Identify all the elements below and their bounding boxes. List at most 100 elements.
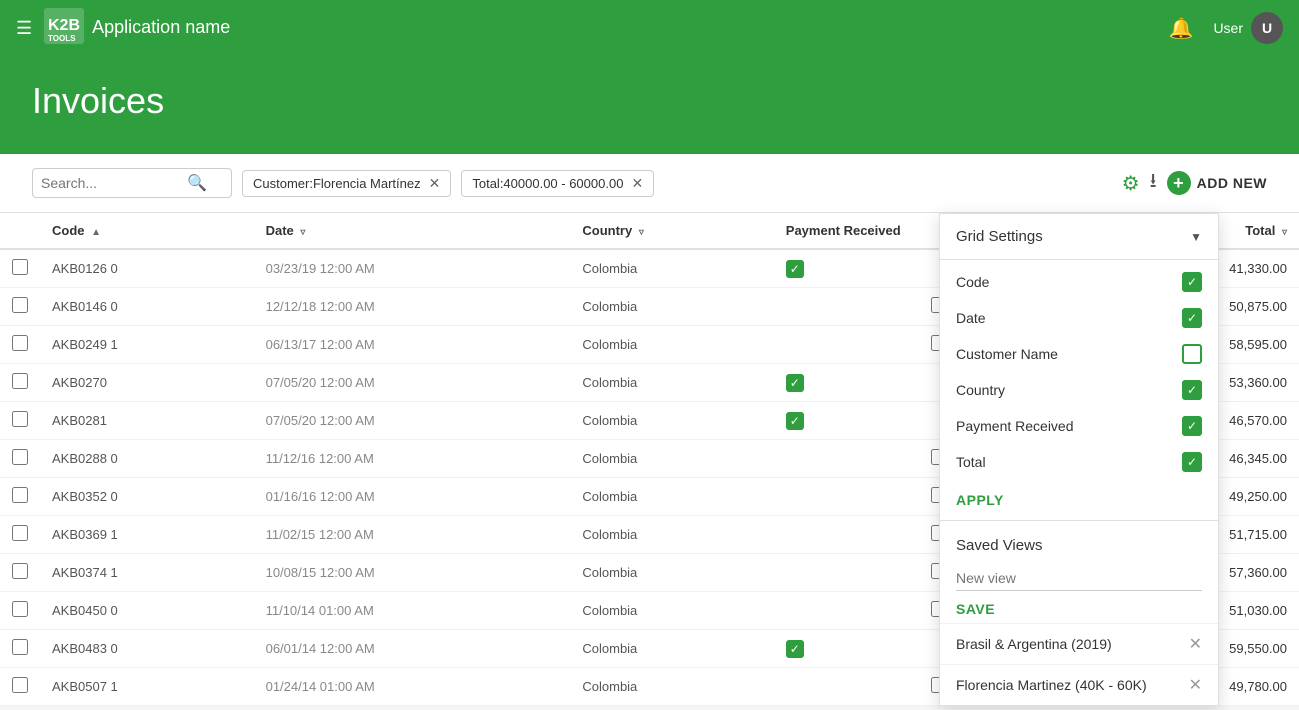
row-checkbox-cell <box>0 478 40 516</box>
row-checkbox[interactable] <box>12 487 28 503</box>
row-date: 12/12/18 12:00 AM <box>254 288 571 326</box>
row-country: Colombia <box>570 440 773 478</box>
saved-view-remove[interactable]: ✕ <box>1189 634 1202 654</box>
grid-field-checkbox[interactable] <box>1182 272 1202 292</box>
code-sort-icon: ▲ <box>91 227 101 238</box>
grid-fields-list: Code Date Customer Name Country Payment … <box>940 260 1218 484</box>
select-all-header <box>0 213 40 249</box>
row-country: Colombia <box>570 326 773 364</box>
grid-field-label: Code <box>956 274 989 290</box>
download-icon[interactable]: ⭳ <box>1150 166 1157 200</box>
payment-check-icon <box>786 260 804 278</box>
row-checkbox[interactable] <box>12 335 28 351</box>
search-box: 🔍 <box>32 168 232 198</box>
row-country: Colombia <box>570 554 773 592</box>
row-country: Colombia <box>570 516 773 554</box>
row-country: Colombia <box>570 402 773 440</box>
logo-area: K2B TOOLS Application name <box>44 8 230 47</box>
row-checkbox[interactable] <box>12 297 28 313</box>
row-country: Colombia <box>570 668 773 706</box>
saved-view-item[interactable]: Brasil & Argentina (2019) ✕ <box>940 623 1218 664</box>
user-area[interactable]: User U <box>1213 12 1283 44</box>
row-checkbox-cell <box>0 402 40 440</box>
page-header: Invoices <box>0 56 1299 154</box>
code-header[interactable]: Code ▲ <box>40 213 254 249</box>
grid-field-item: Payment Received <box>940 408 1218 444</box>
add-new-button[interactable]: + ADD NEW <box>1167 171 1267 195</box>
row-checkbox-cell <box>0 554 40 592</box>
row-date: 07/05/20 12:00 AM <box>254 364 571 402</box>
hamburger-icon[interactable]: ☰ <box>16 18 32 39</box>
grid-field-checkbox[interactable] <box>1182 308 1202 328</box>
customer-filter-remove[interactable]: ✕ <box>429 175 441 192</box>
row-code: AKB0369 1 <box>40 516 254 554</box>
row-checkbox-cell <box>0 630 40 668</box>
save-button[interactable]: SAVE <box>940 595 1218 623</box>
grid-field-label: Total <box>956 454 986 470</box>
saved-view-item[interactable]: Florencia Martinez (40K - 60K) ✕ <box>940 664 1218 705</box>
row-checkbox[interactable] <box>12 525 28 541</box>
saved-views-list: Brasil & Argentina (2019) ✕ Florencia Ma… <box>940 623 1218 705</box>
row-checkbox[interactable] <box>12 677 28 693</box>
settings-icon[interactable]: ⚙ <box>1122 171 1140 196</box>
saved-view-remove[interactable]: ✕ <box>1189 675 1202 695</box>
search-icon[interactable]: 🔍 <box>187 173 207 193</box>
chevron-down-icon[interactable]: ▼ <box>1190 230 1202 244</box>
row-checkbox-cell <box>0 249 40 288</box>
country-header[interactable]: Country ▿ <box>570 213 773 249</box>
total-filter-remove[interactable]: ✕ <box>631 175 643 192</box>
grid-field-item: Total <box>940 444 1218 480</box>
row-date: 11/02/15 12:00 AM <box>254 516 571 554</box>
row-checkbox-cell <box>0 364 40 402</box>
row-country: Colombia <box>570 364 773 402</box>
row-code: AKB0507 1 <box>40 668 254 706</box>
row-checkbox-cell <box>0 668 40 706</box>
row-date: 07/05/20 12:00 AM <box>254 402 571 440</box>
new-view-input[interactable] <box>956 566 1202 591</box>
row-date: 01/16/16 12:00 AM <box>254 478 571 516</box>
page-title: Invoices <box>32 80 1267 122</box>
grid-field-checkbox[interactable] <box>1182 416 1202 436</box>
row-checkbox-cell <box>0 516 40 554</box>
main-content: Code ▲ Date ▿ Country ▿ Payment Received… <box>0 213 1299 706</box>
row-code: AKB0281 <box>40 402 254 440</box>
apply-button[interactable]: APPLY <box>940 484 1218 516</box>
row-code: AKB0352 0 <box>40 478 254 516</box>
grid-field-checkbox[interactable] <box>1182 344 1202 364</box>
row-code: AKB0249 1 <box>40 326 254 364</box>
row-code: AKB0483 0 <box>40 630 254 668</box>
bell-icon[interactable]: 🔔 <box>1169 16 1194 41</box>
search-input[interactable] <box>41 175 181 191</box>
date-header[interactable]: Date ▿ <box>254 213 571 249</box>
logo-icon: K2B TOOLS <box>44 8 84 47</box>
row-checkbox[interactable] <box>12 639 28 655</box>
row-checkbox[interactable] <box>12 373 28 389</box>
svg-text:K2B: K2B <box>48 17 80 34</box>
row-checkbox[interactable] <box>12 563 28 579</box>
grid-field-item: Date <box>940 300 1218 336</box>
row-checkbox[interactable] <box>12 259 28 275</box>
row-checkbox[interactable] <box>12 601 28 617</box>
customer-filter-chip[interactable]: Customer:Florencia Martínez ✕ <box>242 170 451 197</box>
grid-field-item: Customer Name <box>940 336 1218 372</box>
row-country: Colombia <box>570 249 773 288</box>
row-code: AKB0450 0 <box>40 592 254 630</box>
grid-field-item: Country <box>940 372 1218 408</box>
date-filter-icon: ▿ <box>300 227 305 238</box>
grid-field-checkbox[interactable] <box>1182 380 1202 400</box>
row-country: Colombia <box>570 478 773 516</box>
row-code: AKB0270 <box>40 364 254 402</box>
app-name: Application name <box>92 17 230 38</box>
country-filter-icon: ▿ <box>639 227 644 238</box>
row-checkbox[interactable] <box>12 449 28 465</box>
total-filter-icon: ▿ <box>1282 227 1287 238</box>
grid-field-checkbox[interactable] <box>1182 452 1202 472</box>
avatar: U <box>1251 12 1283 44</box>
row-date: 11/10/14 01:00 AM <box>254 592 571 630</box>
row-date: 11/12/16 12:00 AM <box>254 440 571 478</box>
row-code: AKB0126 0 <box>40 249 254 288</box>
total-filter-chip[interactable]: Total:40000.00 - 60000.00 ✕ <box>461 170 654 197</box>
row-checkbox-cell <box>0 288 40 326</box>
row-checkbox[interactable] <box>12 411 28 427</box>
row-date: 06/01/14 12:00 AM <box>254 630 571 668</box>
